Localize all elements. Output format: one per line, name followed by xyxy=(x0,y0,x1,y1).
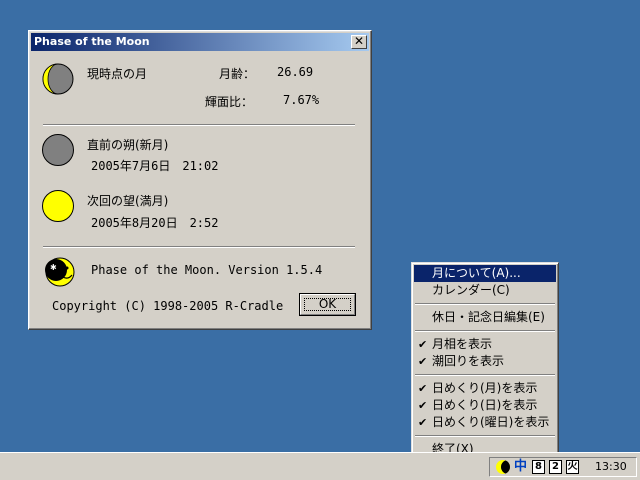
menu-item-label: 日めくり(曜日)を表示 xyxy=(432,415,550,429)
illumination-label: 輝面比： xyxy=(205,95,254,109)
svg-text:✱: ✱ xyxy=(50,263,57,272)
previous-new-moon-date: 2005年7月6日 21:02 xyxy=(91,159,219,173)
checkmark-icon: ✔ xyxy=(418,355,428,368)
menu-item-label: 日めくり(月)を表示 xyxy=(432,381,538,395)
day-tray-icon[interactable]: 2 xyxy=(549,460,562,474)
menu-separator xyxy=(415,435,555,437)
full-moon-icon xyxy=(42,190,74,222)
menu-item-edit-holidays[interactable]: 休日・記念日編集(E) xyxy=(414,309,556,326)
tray-context-menu: 月について(A)... カレンダー(C) 休日・記念日編集(E) ✔ 月相を表示… xyxy=(411,262,559,456)
weekday-tray-icon[interactable]: 火 xyxy=(566,460,579,474)
moon-age-label: 月齢： xyxy=(219,67,256,81)
moon-age-value: 26.69 xyxy=(277,65,314,79)
menu-item-calendar[interactable]: カレンダー(C) xyxy=(414,282,556,299)
dialog-title: Phase of the Moon xyxy=(34,35,150,48)
menu-item-show-day[interactable]: ✔ 日めくり(日)を表示 xyxy=(414,397,556,414)
month-tray-icon[interactable]: 8 xyxy=(532,460,545,474)
focus-rect xyxy=(304,298,351,311)
ime-indicator[interactable]: 中 xyxy=(514,459,527,475)
menu-item-show-phase[interactable]: ✔ 月相を表示 xyxy=(414,336,556,353)
close-icon: ✕ xyxy=(353,34,365,48)
menu-separator xyxy=(415,303,555,305)
ok-button[interactable]: OK xyxy=(299,293,356,316)
checkmark-icon: ✔ xyxy=(418,416,428,429)
next-full-moon-date: 2005年8月20日 2:52 xyxy=(91,216,219,230)
clock[interactable]: 13:30 xyxy=(595,459,627,475)
previous-new-moon-label: 直前の朔(新月) xyxy=(87,138,169,152)
menu-item-about[interactable]: 月について(A)... xyxy=(414,265,556,282)
checkmark-icon: ✔ xyxy=(418,338,428,351)
illumination-value: 7.67% xyxy=(283,93,320,107)
menu-separator xyxy=(415,374,555,376)
phase-of-moon-dialog: Phase of the Moon ✕ 現時点の月 月齢： 26.69 輝面比：… xyxy=(28,30,372,330)
menu-item-label: 日めくり(日)を表示 xyxy=(432,398,538,412)
moon-tray-icon[interactable] xyxy=(496,460,510,474)
checkmark-icon: ✔ xyxy=(418,399,428,412)
next-full-moon-label: 次回の望(満月) xyxy=(87,194,169,208)
close-button[interactable]: ✕ xyxy=(351,35,367,49)
menu-item-label: 潮回りを表示 xyxy=(432,354,505,368)
version-text: Phase of the Moon. Version 1.5.4 xyxy=(91,263,323,277)
dialog-titlebar[interactable]: Phase of the Moon ✕ xyxy=(31,33,369,51)
checkmark-icon: ✔ xyxy=(418,382,428,395)
system-tray: 中 8 2 火 13:30 xyxy=(489,457,637,477)
copyright-text: Copyright (C) 1998-2005 R-Cradle xyxy=(52,299,284,313)
menu-item-label: 休日・記念日編集(E) xyxy=(432,310,545,324)
menu-item-label: 月について(A)... xyxy=(432,266,521,280)
menu-separator xyxy=(415,330,555,332)
menu-item-show-weekday[interactable]: ✔ 日めくり(曜日)を表示 xyxy=(414,414,556,431)
menu-item-label: 月相を表示 xyxy=(432,337,493,351)
menu-item-label: カレンダー(C) xyxy=(432,283,510,297)
taskbar: 中 8 2 火 13:30 xyxy=(0,452,640,480)
current-moon-icon xyxy=(42,63,74,95)
menu-item-show-month[interactable]: ✔ 日めくり(月)を表示 xyxy=(414,380,556,397)
app-logo-icon: ✱ xyxy=(45,257,75,287)
new-moon-icon xyxy=(42,134,74,166)
current-moon-label: 現時点の月 xyxy=(87,67,148,81)
separator xyxy=(43,246,355,248)
separator xyxy=(43,124,355,126)
menu-item-show-tide[interactable]: ✔ 潮回りを表示 xyxy=(414,353,556,370)
